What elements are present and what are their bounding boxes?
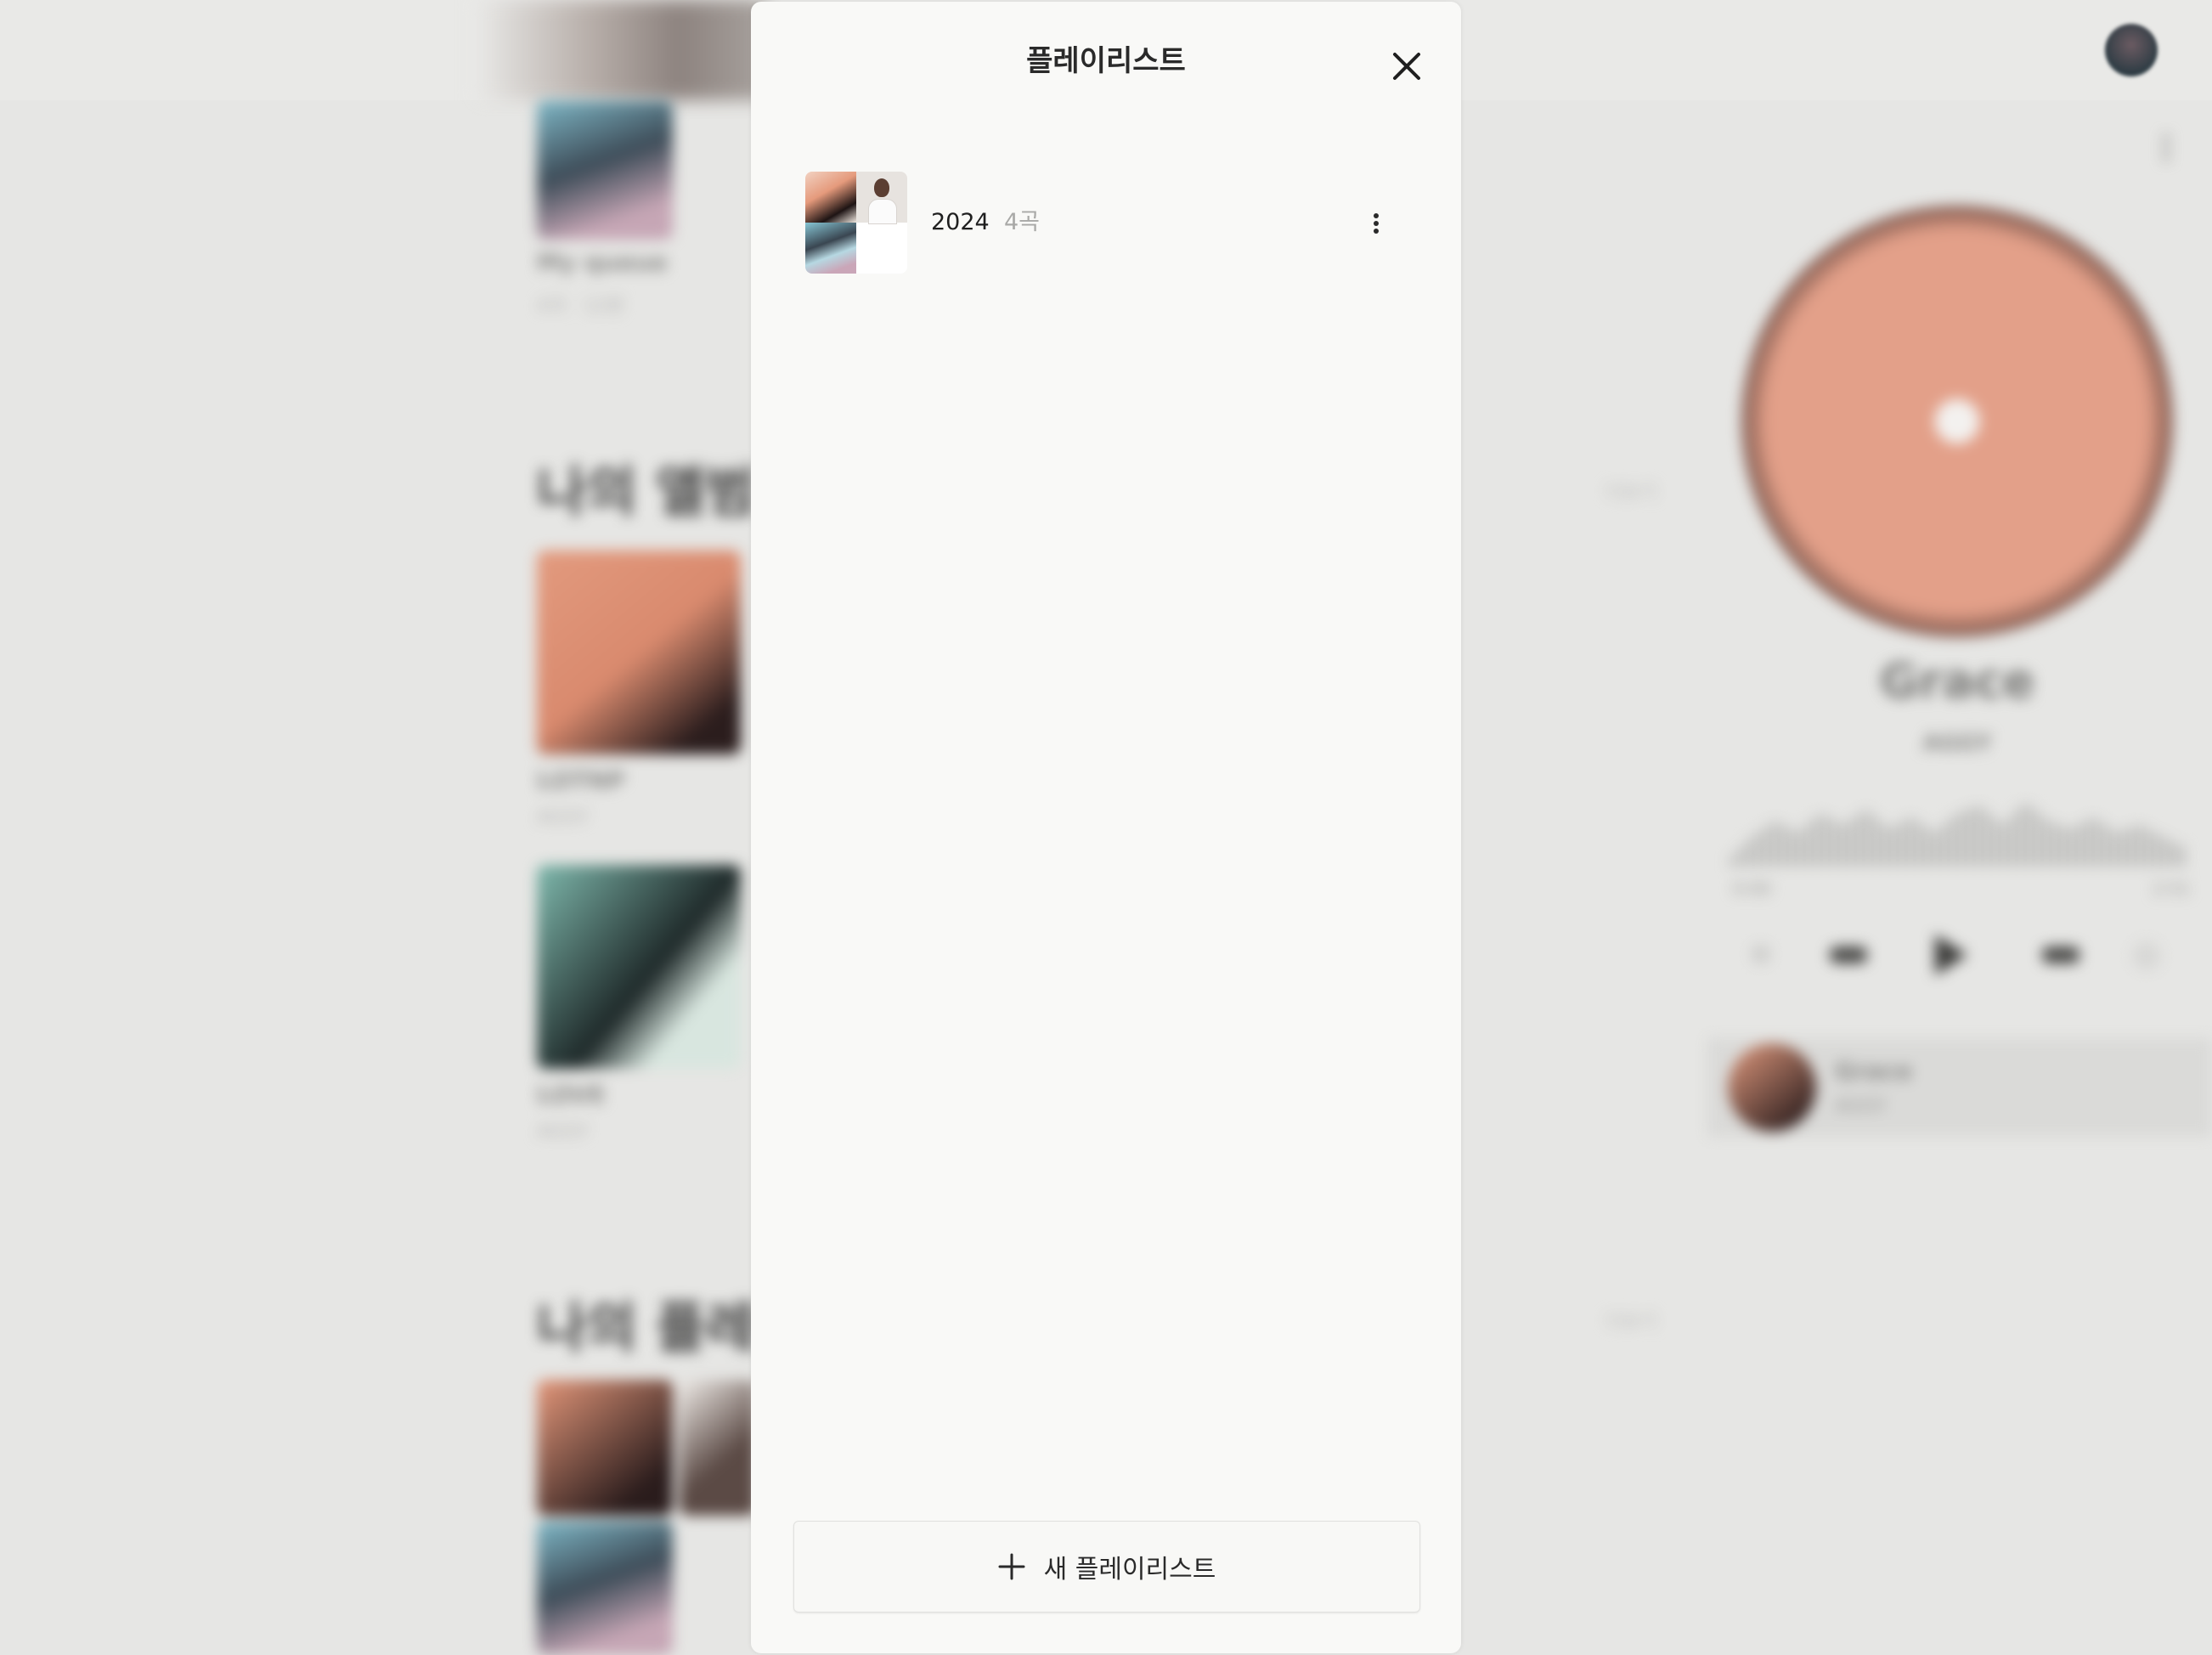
album-title: LOTNP [537, 766, 625, 794]
playlist-cover [680, 1380, 756, 1516]
playlist-more-button[interactable] [1368, 211, 1385, 240]
album-artist: AGGY [537, 807, 590, 828]
new-playlist-button[interactable]: 새 플레이리스트 [793, 1521, 1420, 1613]
player-album-disc [1741, 206, 2173, 637]
player-title: Grace [1879, 654, 2035, 709]
more-vertical-icon [1368, 213, 1385, 234]
queue-item-thumb [1728, 1043, 1816, 1132]
playlist-name: 2024 [931, 209, 990, 235]
player-time-current: 0:00 [1733, 878, 1771, 899]
playlist-cover [537, 1521, 673, 1655]
next-icon [2042, 946, 2079, 963]
cover-tile [805, 172, 856, 223]
album-title: LOVE [537, 1081, 606, 1109]
cover-tile [856, 223, 907, 274]
album-artist: AGGY [537, 1121, 590, 1143]
player-time-total: 2:51 [2153, 878, 2191, 899]
cover-tile [856, 172, 907, 224]
play-icon [1935, 935, 1967, 975]
player-waveform [1730, 801, 2185, 867]
queue-title: My queue [537, 248, 668, 276]
playlists-see-all: 더보기 [1605, 1312, 1657, 1333]
album-cover [537, 865, 741, 1069]
shuffle-icon [1752, 945, 1770, 963]
playlist-modal: 플레이리스트 2024 4곡 새 플레이리스트 [751, 2, 1461, 1653]
plus-icon [998, 1553, 1025, 1580]
queue-cover [537, 100, 673, 240]
modal-title: 플레이리스트 [1026, 44, 1186, 78]
new-playlist-label: 새 플레이리스트 [1043, 1555, 1216, 1584]
queue-item-artist: AGGY [1835, 1096, 1888, 1117]
player-more-icon [2163, 133, 2170, 163]
playlist-item[interactable]: 2024 4곡 [805, 172, 1298, 275]
queue-meta: 4곡 · 12분 [537, 296, 625, 317]
player-artist: AGGY [1922, 731, 1992, 756]
playlist-track-count: 4곡 [1004, 209, 1041, 235]
albums-see-all: 더보기 [1605, 483, 1657, 504]
playlist-thumbnail [805, 172, 907, 274]
close-button[interactable] [1386, 46, 1427, 87]
queue-item-title: Grace [1835, 1057, 1913, 1085]
close-icon [1393, 53, 1420, 80]
previous-icon [1830, 946, 1867, 963]
album-cover [537, 551, 741, 754]
albums-heading: 나의 앨범 [537, 461, 756, 524]
repeat-icon [2132, 941, 2161, 970]
playlist-cover [537, 1380, 673, 1516]
cover-tile [805, 223, 856, 274]
